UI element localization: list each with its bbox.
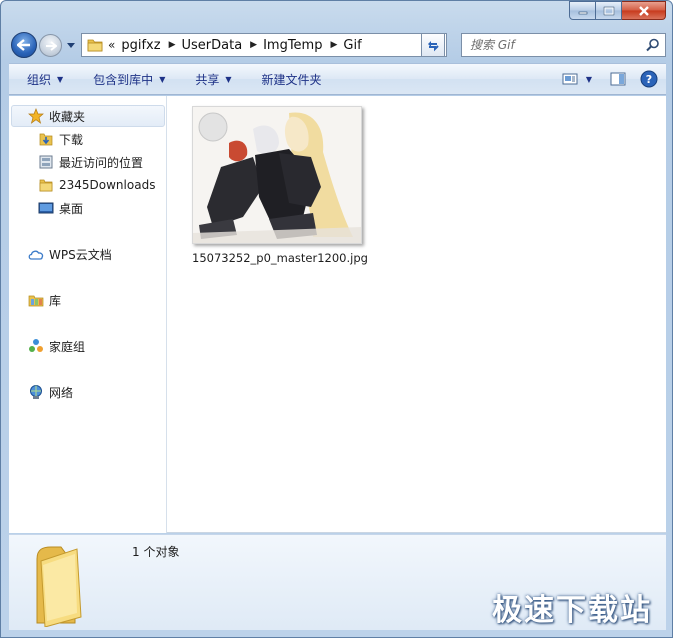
organize-menu[interactable]: 组织 ▼ [9, 64, 73, 94]
include-in-library-label: 包含到库中 [93, 72, 154, 87]
breadcrumb-label: pgifxz [121, 37, 161, 53]
navigation-bar: « pgifxz▶ UserData▶ ImgTemp▶ Gif ▼ [9, 30, 666, 60]
breadcrumb-item[interactable]: pgifxz ▶ [121, 38, 175, 53]
nav-downloads[interactable]: 下载 [37, 128, 83, 150]
nav-desktop[interactable]: 桌面 [37, 197, 83, 219]
nav-network-label: 网络 [49, 385, 74, 400]
nav-recent-places-label: 最近访问的位置 [59, 155, 144, 170]
folder-icon [87, 39, 103, 52]
address-bar[interactable]: « pgifxz▶ UserData▶ ImgTemp▶ Gif ▼ [81, 33, 447, 57]
homegroup-icon [27, 337, 45, 355]
watermark-text: 极速下载站 [492, 593, 652, 628]
breadcrumb-label: UserData [181, 37, 243, 53]
chevron-down-icon: ▼ [585, 74, 592, 84]
close-button[interactable] [622, 1, 666, 20]
nav-recent-places[interactable]: 最近访问的位置 [37, 151, 143, 173]
toolbar-right: ▼ ? [552, 70, 658, 88]
new-folder-button[interactable]: 新建文件夹 [242, 64, 332, 94]
item-count: 1 个对象 [132, 545, 180, 559]
caption-buttons [569, 1, 666, 20]
organize-label: 组织 [27, 72, 52, 87]
search-icon[interactable] [646, 38, 660, 52]
nav-network[interactable]: 网络 [27, 381, 73, 403]
nav-desktop-label: 桌面 [59, 201, 84, 216]
nav-favorites-label: 收藏夹 [49, 109, 86, 124]
content-area: 收藏夹 下载 最近访问的位置 2345Downloads 桌面 WPS云文档 库… [9, 96, 666, 533]
share-label: 共享 [195, 72, 220, 87]
search-input[interactable] [470, 38, 640, 52]
nav-favorites[interactable]: 收藏夹 [11, 105, 165, 127]
chevron-down-icon: ▼ [57, 74, 64, 84]
forward-button[interactable] [39, 34, 62, 57]
refresh-button[interactable] [421, 33, 445, 57]
breadcrumb-separator-icon[interactable]: ▶ [169, 40, 176, 50]
breadcrumb-separator-icon[interactable]: ▶ [250, 40, 257, 50]
share-menu[interactable]: 共享 ▼ [175, 64, 241, 94]
nav-homegroup-label: 家庭组 [49, 339, 86, 354]
nav-wps-cloud-label: WPS云文档 [49, 247, 112, 262]
explorer-window: « pgifxz ▶ UserData ▶ ImgTemp ▶ Gif ▼ 组织 ▼ 包… [0, 0, 673, 638]
nav-wps-cloud[interactable]: WPS云文档 [27, 243, 112, 265]
star-icon [27, 107, 45, 125]
breadcrumb-item[interactable]: UserData ▶ [181, 38, 257, 53]
file-name[interactable]: 15073252_p0_master1200.jpg [192, 251, 368, 265]
maximize-icon [603, 6, 614, 15]
downloads-folder-icon [37, 130, 55, 148]
image-thumbnail [193, 107, 361, 243]
arrow-right-icon [45, 40, 57, 51]
nav-downloads-label: 下载 [59, 132, 84, 147]
help-icon[interactable]: ? [640, 70, 658, 88]
breadcrumb-item[interactable]: Gif [343, 38, 361, 53]
view-icon [562, 73, 578, 85]
search-box[interactable] [461, 33, 666, 57]
breadcrumb-item[interactable]: ImgTemp ▶ [263, 38, 337, 53]
folder-large-icon [36, 546, 82, 627]
network-icon [27, 383, 45, 401]
include-in-library-menu[interactable]: 包含到库中 ▼ [73, 64, 175, 94]
nav-2345downloads[interactable]: 2345Downloads [37, 174, 155, 196]
change-view-button[interactable]: ▼ [562, 73, 592, 85]
minimize-icon [578, 11, 587, 14]
svg-text:?: ? [646, 73, 652, 86]
nav-homegroup[interactable]: 家庭组 [27, 335, 85, 357]
close-icon [638, 5, 649, 16]
preview-pane-icon[interactable] [610, 72, 626, 86]
folder-icon [37, 176, 55, 194]
chevron-down-icon: ▼ [225, 74, 232, 84]
arrow-left-icon [17, 39, 30, 51]
nav-libraries[interactable]: 库 [27, 289, 61, 311]
new-folder-label: 新建文件夹 [261, 72, 322, 87]
library-icon [27, 291, 45, 309]
chevron-down-icon: ▼ [159, 74, 166, 84]
file-item[interactable] [192, 106, 362, 244]
breadcrumb-label: Gif [343, 37, 362, 53]
file-list: 15073252_p0_master1200.jpg [168, 96, 666, 533]
recent-places-icon [37, 153, 55, 171]
back-button[interactable] [11, 32, 37, 58]
maximize-button[interactable] [596, 1, 622, 20]
breadcrumb-overflow[interactable]: « [108, 38, 115, 52]
recent-pages-dropdown-icon[interactable] [66, 40, 76, 50]
cloud-icon [27, 245, 45, 263]
nav-libraries-label: 库 [49, 293, 62, 308]
command-bar: 组织 ▼ 包含到库中 ▼ 共享 ▼ 新建文件夹 ▼ ? [9, 63, 666, 95]
refresh-icon [428, 41, 439, 52]
breadcrumb-label: ImgTemp [263, 37, 323, 53]
navigation-pane: 收藏夹 下载 最近访问的位置 2345Downloads 桌面 WPS云文档 库… [9, 96, 167, 533]
nav-2345downloads-label: 2345Downloads [59, 178, 156, 192]
minimize-button[interactable] [569, 1, 596, 20]
desktop-icon [37, 199, 55, 217]
breadcrumb-separator-icon[interactable]: ▶ [330, 40, 337, 50]
